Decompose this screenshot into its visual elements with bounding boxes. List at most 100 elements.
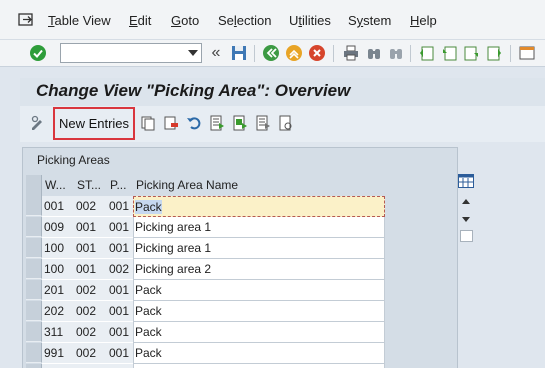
cell-picking-area-name[interactable]: Picking area 1 <box>133 217 385 238</box>
menu-selection[interactable]: Selection <box>218 13 272 28</box>
check-icon <box>30 45 46 61</box>
display-change-icon[interactable] <box>30 115 46 131</box>
next-page-icon <box>464 46 478 61</box>
scroll-up-button[interactable] <box>457 192 475 210</box>
cell-picking-area-name[interactable]: Pack <box>133 196 385 217</box>
row-selector[interactable] <box>26 343 42 363</box>
select-all-icon[interactable] <box>209 115 225 131</box>
scroll-down-button[interactable] <box>457 210 475 228</box>
cell-picking-area: 001 <box>107 364 133 368</box>
cell-storage-type: 002 <box>74 301 107 322</box>
select-all-rows[interactable] <box>26 175 42 196</box>
row-selector[interactable] <box>26 259 42 279</box>
cell-picking-area: 002 <box>107 259 133 280</box>
select-block-icon[interactable] <box>232 115 248 131</box>
row-selector[interactable] <box>26 364 42 368</box>
row-selector[interactable] <box>26 322 42 342</box>
menu-bar: Table View Edit Goto Selection Utilities… <box>0 0 545 40</box>
menu-table-view[interactable]: Table View <box>48 13 111 28</box>
cell-picking-area: 001 <box>107 343 133 364</box>
cell-storage-type: 002 <box>74 364 107 368</box>
copy-icon[interactable] <box>140 115 156 131</box>
row-selector[interactable] <box>26 217 42 237</box>
table-control: Picking Areas W... ST... P... Picking Ar… <box>22 147 458 368</box>
menu-help[interactable]: Help <box>410 13 437 28</box>
binoculars-icon <box>368 49 380 59</box>
last-page-button[interactable] <box>485 43 505 63</box>
cell-picking-area-name[interactable]: Picking area 2 <box>133 259 385 280</box>
find-next-button[interactable] <box>386 43 406 63</box>
cell-picking-area: 001 <box>107 238 133 259</box>
collapse-command-button[interactable]: « <box>206 43 226 63</box>
cell-picking-area: 001 <box>107 280 133 301</box>
back-icon <box>263 45 279 61</box>
table-settings-button[interactable] <box>457 172 475 190</box>
command-field[interactable] <box>60 43 202 63</box>
new-session-icon <box>519 46 535 60</box>
cell-warehouse: 202 <box>42 301 74 322</box>
print-icon <box>344 45 358 61</box>
save-icon <box>232 46 246 60</box>
cell-picking-area: 001 <box>107 217 133 238</box>
cell-picking-area: 001 <box>107 322 133 343</box>
content-area: Picking Areas W... ST... P... Picking Ar… <box>20 142 545 368</box>
cell-storage-type: 001 <box>74 238 107 259</box>
cell-warehouse: 201 <box>42 280 74 301</box>
col-header-warehouse[interactable]: W... <box>42 175 74 196</box>
cell-warehouse: 100 <box>42 238 74 259</box>
cancel-button[interactable] <box>307 43 327 63</box>
enter-button[interactable] <box>28 43 48 63</box>
cell-picking-area-name[interactable]: Pack <box>133 280 385 301</box>
table-settings-scroll <box>457 172 477 368</box>
print-list-icon[interactable] <box>278 115 294 131</box>
col-header-storage-type[interactable]: ST... <box>74 175 107 196</box>
selected-text: Pack <box>135 200 162 214</box>
menu-goto[interactable]: Goto <box>171 13 199 28</box>
chevron-down-icon <box>462 216 470 222</box>
last-page-icon <box>487 46 501 61</box>
cell-storage-type: 002 <box>74 280 107 301</box>
cell-picking-area-name[interactable]: Pack <box>133 364 385 368</box>
binoculars-plus-icon <box>390 49 402 59</box>
cell-warehouse: 999 <box>42 364 74 368</box>
back-button[interactable] <box>261 43 281 63</box>
previous-page-button[interactable] <box>439 43 459 63</box>
save-button[interactable] <box>229 43 249 63</box>
undo-icon[interactable] <box>186 115 202 131</box>
cancel-icon <box>309 45 325 61</box>
cell-picking-area-name[interactable]: Pack <box>133 343 385 364</box>
row-selector[interactable] <box>26 301 42 321</box>
menu-exit-icon[interactable] <box>18 13 34 26</box>
menu-edit[interactable]: Edit <box>129 13 151 28</box>
cell-storage-type: 002 <box>74 196 107 217</box>
scrollbar-thumb[interactable] <box>460 230 473 242</box>
first-page-button[interactable] <box>416 43 436 63</box>
cell-storage-type: 002 <box>74 343 107 364</box>
table-settings-icon <box>458 174 474 188</box>
chevron-up-icon <box>462 198 470 204</box>
first-page-icon <box>420 46 434 61</box>
create-session-button[interactable] <box>517 43 537 63</box>
row-selector[interactable] <box>26 280 42 300</box>
find-button[interactable] <box>364 43 384 63</box>
delete-icon[interactable] <box>163 115 179 131</box>
menu-utilities[interactable]: Utilities <box>289 13 331 28</box>
menu-system[interactable]: System <box>348 13 391 28</box>
exit-button[interactable] <box>284 43 304 63</box>
new-entries-button[interactable]: New Entries <box>53 107 135 140</box>
cell-picking-area-name[interactable]: Pack <box>133 301 385 322</box>
application-toolbar: New Entries <box>20 106 545 142</box>
cell-picking-area-name[interactable]: Picking area 1 <box>133 238 385 259</box>
cell-warehouse: 311 <box>42 322 74 343</box>
col-header-picking-area[interactable]: P... <box>107 175 133 196</box>
row-selector[interactable] <box>26 238 42 258</box>
deselect-all-icon[interactable] <box>255 115 271 131</box>
previous-page-icon <box>443 46 457 61</box>
cell-picking-area-name[interactable]: Pack <box>133 322 385 343</box>
row-selector[interactable] <box>26 196 42 216</box>
chevron-down-icon[interactable] <box>188 50 198 56</box>
col-header-picking-area-name[interactable]: Picking Area Name <box>133 175 385 196</box>
print-button[interactable] <box>341 43 361 63</box>
cell-storage-type: 001 <box>74 259 107 280</box>
next-page-button[interactable] <box>462 43 482 63</box>
